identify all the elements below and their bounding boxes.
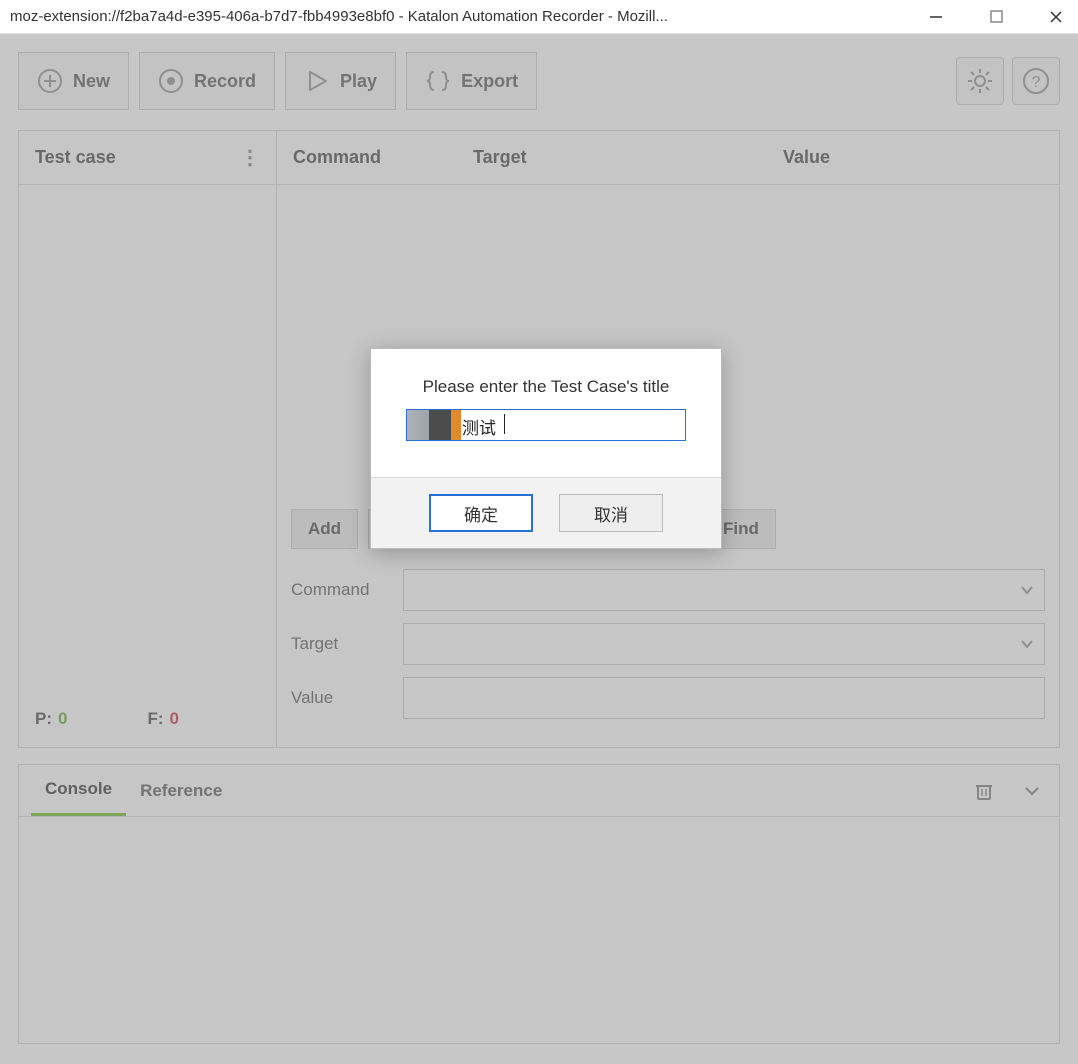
collapse-panel-button[interactable] <box>1017 776 1047 806</box>
record-label: Record <box>194 71 256 92</box>
header-value: Value <box>767 147 1059 168</box>
redacted-text <box>407 410 461 440</box>
tab-console[interactable]: Console <box>31 765 126 816</box>
record-icon <box>158 68 184 94</box>
text-caret <box>504 414 505 434</box>
maximize-button[interactable] <box>984 5 1008 29</box>
dialog-prompt: Please enter the Test Case's title <box>395 377 697 397</box>
maximize-icon <box>990 10 1003 23</box>
kebab-icon[interactable]: ⋮ <box>240 145 260 170</box>
test-case-list <box>19 185 276 691</box>
target-label: Target <box>291 634 403 654</box>
gear-icon <box>966 67 994 95</box>
clear-log-button[interactable] <box>969 776 999 806</box>
play-icon <box>304 68 330 94</box>
pass-counter: P: 0 <box>35 709 67 729</box>
chevron-down-icon <box>1023 782 1041 800</box>
fail-counter: F: 0 <box>147 709 179 729</box>
help-button[interactable]: ? <box>1012 57 1060 105</box>
window-titlebar: moz-extension://f2ba7a4d-e395-406a-b7d7-… <box>0 0 1078 34</box>
new-label: New <box>73 71 110 92</box>
play-label: Play <box>340 71 377 92</box>
trash-icon <box>974 781 994 801</box>
sidebar-title: Test case <box>35 147 116 168</box>
header-target: Target <box>457 147 767 168</box>
test-case-sidebar: Test case ⋮ P: 0 F: 0 <box>19 131 277 747</box>
tab-reference[interactable]: Reference <box>126 765 236 816</box>
header-command: Command <box>277 147 457 168</box>
window-controls <box>924 5 1068 29</box>
close-icon <box>1049 10 1063 24</box>
svg-text:?: ? <box>1032 74 1041 91</box>
value-label: Value <box>291 688 403 708</box>
help-icon: ? <box>1022 67 1050 95</box>
editor-form: Command Target <box>277 561 1059 747</box>
export-label: Export <box>461 71 518 92</box>
bottom-tabs: Console Reference <box>19 765 1059 817</box>
chevron-down-icon[interactable] <box>1019 636 1035 652</box>
input-visible-text: 测试 <box>462 414 496 439</box>
window-title: moz-extension://f2ba7a4d-e395-406a-b7d7-… <box>10 8 904 25</box>
bottom-panel: Console Reference <box>18 764 1060 1044</box>
plus-icon <box>37 68 63 94</box>
add-button[interactable]: Add <box>291 509 358 549</box>
console-body <box>19 817 1059 1043</box>
sidebar-footer: P: 0 F: 0 <box>19 691 276 747</box>
settings-button[interactable] <box>956 57 1004 105</box>
grid-headers: Command Target Value <box>277 131 1059 185</box>
minimize-icon <box>929 10 943 24</box>
play-button[interactable]: Play <box>285 52 396 110</box>
new-button[interactable]: New <box>18 52 129 110</box>
chevron-down-icon[interactable] <box>1019 582 1035 598</box>
record-button[interactable]: Record <box>139 52 275 110</box>
minimize-button[interactable] <box>924 5 948 29</box>
main-toolbar: New Record Play Export ? <box>18 52 1060 110</box>
value-input[interactable] <box>403 677 1045 719</box>
sidebar-header: Test case ⋮ <box>19 131 276 185</box>
command-label: Command <box>291 580 403 600</box>
new-test-case-dialog: Please enter the Test Case's title 测试 确定… <box>370 348 722 549</box>
dialog-ok-button[interactable]: 确定 <box>429 494 533 532</box>
export-button[interactable]: Export <box>406 52 537 110</box>
command-input[interactable] <box>403 569 1045 611</box>
target-input[interactable] <box>403 623 1045 665</box>
dialog-cancel-button[interactable]: 取消 <box>559 494 663 532</box>
close-button[interactable] <box>1044 5 1068 29</box>
braces-icon <box>425 68 451 94</box>
